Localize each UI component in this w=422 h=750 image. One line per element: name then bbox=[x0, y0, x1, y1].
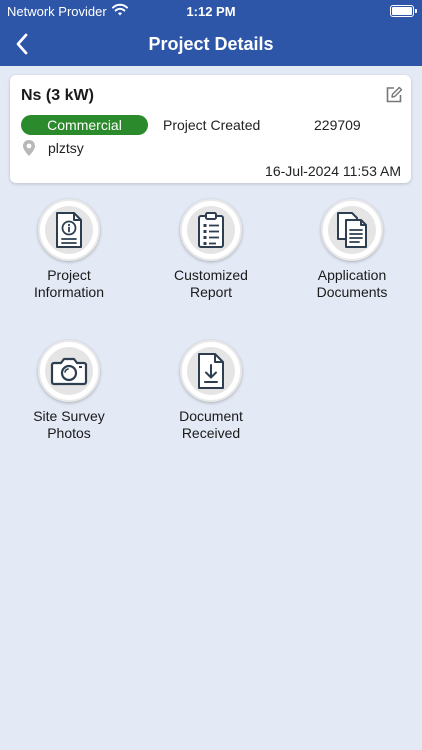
camera-icon bbox=[50, 357, 88, 386]
document-info-icon bbox=[56, 212, 82, 248]
tile-label-line1: Project bbox=[47, 267, 91, 283]
page-title: Project Details bbox=[148, 34, 274, 54]
tile-label-line2: Documents bbox=[316, 284, 388, 300]
status-bar: Network Provider 1:12 PM bbox=[0, 0, 422, 22]
battery-icon bbox=[390, 5, 417, 17]
nav-bar: Project Details bbox=[0, 22, 422, 66]
documents-stack-icon bbox=[337, 212, 367, 248]
project-id: 229709 bbox=[314, 117, 361, 133]
clipboard-checklist-icon bbox=[198, 212, 224, 248]
tile-label-line2: Received bbox=[181, 425, 241, 441]
project-status: Project Created bbox=[163, 117, 261, 133]
tile-icon-circle bbox=[180, 340, 242, 402]
project-information-tile[interactable]: Project Information bbox=[9, 199, 129, 301]
project-type-badge: Commercial bbox=[21, 115, 148, 135]
project-date: 16-Jul-2024 11:53 AM bbox=[265, 163, 401, 179]
tile-icon-circle bbox=[180, 199, 242, 261]
application-documents-tile[interactable]: Application Documents bbox=[292, 199, 412, 301]
edit-icon[interactable] bbox=[385, 86, 403, 104]
document-download-icon bbox=[198, 353, 224, 389]
status-time: 1:12 PM bbox=[186, 4, 236, 19]
tile-icon-circle bbox=[321, 199, 383, 261]
tile-label-line2: Report bbox=[189, 284, 233, 300]
project-location: plztsy bbox=[48, 140, 84, 156]
tile-label-line1: Application bbox=[317, 267, 387, 283]
tile-label-line1: Site Survey bbox=[33, 408, 105, 424]
site-survey-photos-tile[interactable]: Site Survey Photos bbox=[9, 340, 129, 442]
project-summary-card[interactable]: Ns (3 kW) Commercial Project Created 229… bbox=[10, 75, 411, 183]
tile-label-line1: Document bbox=[179, 408, 243, 424]
tile-icon-circle bbox=[38, 199, 100, 261]
document-received-tile[interactable]: Document Received bbox=[151, 340, 271, 442]
customized-report-tile[interactable]: Customized Report bbox=[151, 199, 271, 301]
location-pin-icon bbox=[23, 140, 35, 156]
tile-label-line1: Customized bbox=[174, 267, 248, 283]
tile-label-line2: Photos bbox=[47, 425, 91, 441]
tile-icon-circle bbox=[38, 340, 100, 402]
tile-label-line2: Information bbox=[33, 284, 105, 300]
project-title: Ns (3 kW) bbox=[21, 87, 94, 104]
